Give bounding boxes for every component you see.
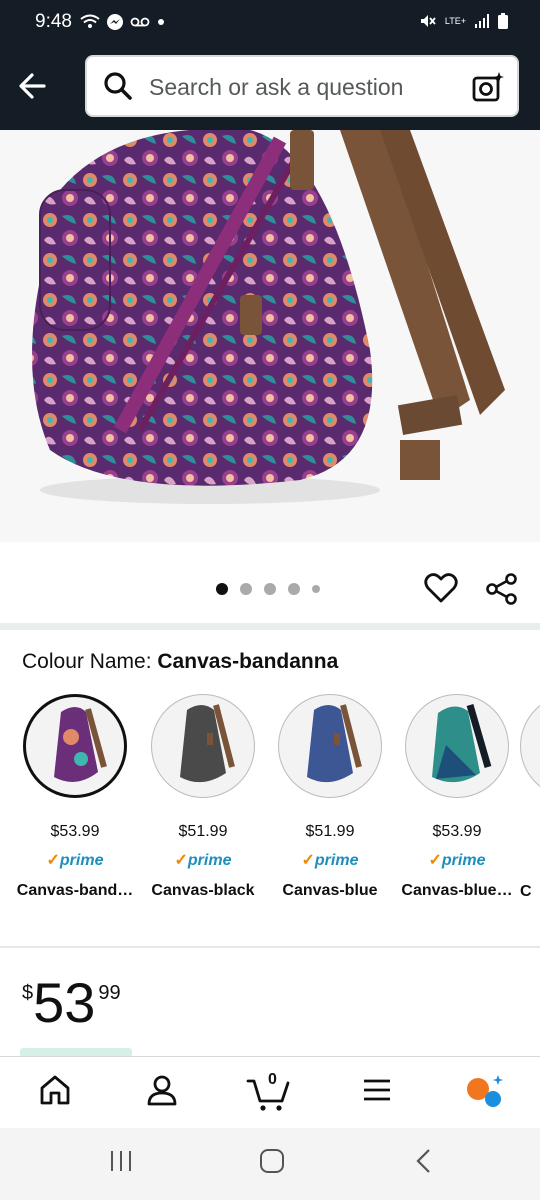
pager-dot[interactable] — [288, 583, 300, 595]
swatch-canvas-black[interactable]: $51.99 ✓prime Canvas-black — [139, 694, 267, 900]
swatch-price: $53.99 — [50, 823, 100, 840]
menu-icon — [364, 1079, 390, 1101]
system-nav-bar — [0, 1128, 540, 1200]
voicemail-icon — [130, 17, 150, 27]
back-arrow-icon[interactable] — [14, 66, 54, 106]
swatch-canvas-blue[interactable]: $51.99 ✓prime Canvas-blue — [266, 694, 394, 900]
section-divider — [0, 623, 540, 630]
prime-badge: ✓prime — [428, 852, 486, 869]
prime-check-icon: ✓ — [301, 852, 315, 869]
prime-check-icon: ✓ — [46, 852, 60, 869]
pager-dot[interactable] — [264, 583, 276, 595]
pager-dot[interactable] — [216, 583, 228, 595]
swatch-name: C — [520, 883, 532, 900]
prime-check-icon: ✓ — [174, 852, 188, 869]
pager-dot[interactable] — [312, 585, 320, 593]
section-divider — [0, 946, 540, 948]
swatch-image — [278, 694, 382, 798]
swatch-name: Canvas-blue… — [401, 882, 513, 899]
swatch-partial[interactable]: C — [520, 694, 540, 901]
search-icon — [104, 72, 132, 100]
sling-backpack-image — [32, 130, 505, 504]
colour-swatches: $53.99 ✓prime Canvas-band… $51.99 ✓prime… — [0, 694, 540, 914]
status-right-icons: LTE+ — [419, 12, 508, 30]
recent-apps-icon[interactable] — [108, 1148, 134, 1174]
cart-count: 0 — [268, 1071, 277, 1088]
swatch-canvas-blue-2[interactable]: $53.99 ✓prime Canvas-blue… — [393, 694, 521, 900]
search-input[interactable]: Search or ask a question — [85, 55, 519, 117]
battery-icon — [498, 13, 508, 29]
swatch-image — [405, 694, 509, 798]
rufus-assistant-icon — [467, 1075, 504, 1107]
swatch-price: $51.99 — [305, 823, 355, 840]
notification-dot-icon — [158, 19, 164, 25]
home-icon — [40, 1075, 70, 1105]
image-pager[interactable] — [216, 583, 320, 595]
prime-badge: ✓prime — [46, 852, 104, 869]
swatch-price: $53.99 — [432, 823, 482, 840]
back-button-icon[interactable] — [412, 1148, 438, 1174]
price-whole: 53 — [33, 971, 96, 1034]
pager-dot[interactable] — [240, 583, 252, 595]
swatch-image — [520, 694, 540, 798]
heart-icon[interactable] — [424, 572, 458, 604]
swatch-price: $51.99 — [178, 823, 228, 840]
colour-label-prefix: Colour Name: — [22, 650, 158, 673]
image-pager-row — [0, 543, 540, 623]
nav-home[interactable] — [38, 1073, 98, 1113]
price-fraction: 99 — [98, 982, 121, 1004]
prime-badge: ✓prime — [301, 852, 359, 869]
bottom-nav: 0 — [0, 1056, 540, 1129]
swatch-name: Canvas-blue — [282, 882, 378, 899]
mute-icon — [420, 15, 436, 27]
nav-cart[interactable]: 0 — [246, 1071, 306, 1113]
camera-search-icon[interactable] — [471, 70, 505, 104]
swatch-canvas-bandanna[interactable]: $53.99 ✓prime Canvas-band… — [11, 694, 139, 900]
search-placeholder: Search or ask a question — [149, 74, 404, 100]
swatch-bag-image — [307, 704, 362, 783]
search-header: Search or ask a question — [0, 46, 540, 130]
status-time: 9:48 — [35, 11, 72, 32]
share-icon[interactable] — [485, 572, 519, 606]
colour-label-value: Canvas-bandanna — [157, 650, 339, 673]
status-left-icons — [80, 13, 166, 31]
product-image[interactable] — [0, 130, 540, 542]
product-price: $ 53 99 — [22, 970, 121, 1036]
network-type: LTE+ — [444, 15, 466, 26]
status-bar: 9:48 LTE+ — [0, 0, 540, 46]
signal-icon — [475, 14, 489, 28]
swatch-name: Canvas-band… — [16, 882, 134, 899]
colour-name-label: Colour Name: Canvas-bandanna — [22, 650, 338, 674]
swatch-name: Canvas-black — [151, 882, 255, 899]
price-currency: $ — [22, 982, 34, 1004]
wifi-icon — [80, 14, 100, 28]
swatch-bag-image — [180, 704, 235, 783]
prime-check-icon: ✓ — [428, 852, 442, 869]
messenger-icon — [107, 14, 123, 30]
swatch-image — [151, 694, 255, 798]
swatch-image — [23, 694, 127, 798]
nav-rufus[interactable] — [464, 1073, 524, 1113]
nav-account[interactable] — [145, 1073, 205, 1113]
prime-badge: ✓prime — [174, 852, 232, 869]
nav-menu[interactable] — [360, 1073, 420, 1113]
swatch-bag-image — [54, 707, 107, 782]
swatch-bag-image — [432, 704, 492, 783]
account-icon — [147, 1075, 177, 1106]
home-button-icon[interactable] — [259, 1148, 285, 1174]
